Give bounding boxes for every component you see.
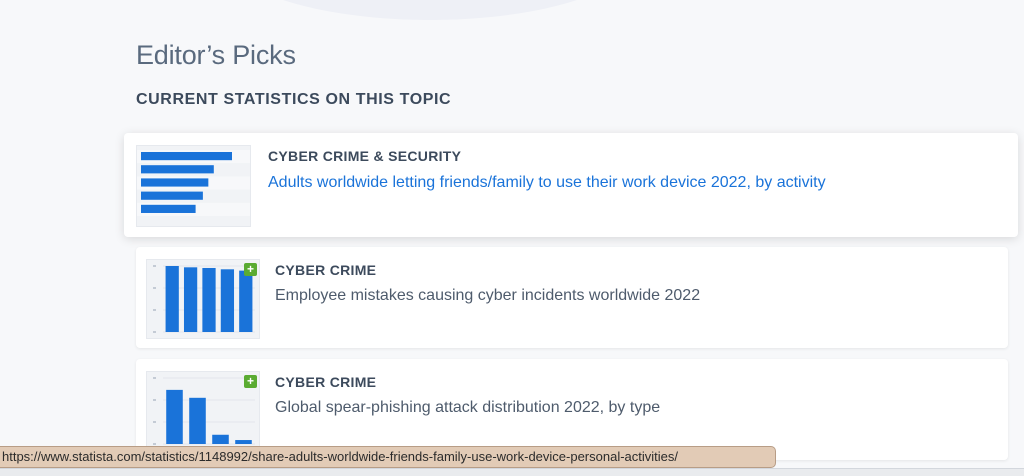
thumbnail-bar — [235, 440, 252, 444]
premium-plus-icon: + — [244, 263, 257, 276]
section-subtitle: CURRENT STATISTICS ON THIS TOPIC — [136, 91, 452, 108]
chart-thumbnail[interactable] — [146, 371, 260, 451]
statistic-title-link[interactable]: Adults worldwide letting friends/family … — [268, 174, 826, 192]
premium-plus-icon: + — [244, 375, 257, 388]
statistic-title-link[interactable]: Employee mistakes causing cyber incident… — [275, 287, 700, 305]
thumbnail-bar — [239, 270, 253, 332]
statistic-category: CYBER CRIME — [275, 262, 377, 278]
chart-thumbnail[interactable] — [136, 145, 251, 227]
link-preview-status-bar: https://www.statista.com/statistics/1148… — [0, 446, 776, 468]
thumbnail-bar — [141, 152, 232, 161]
thumbnail-tick — [153, 399, 156, 401]
chart-thumbnail[interactable] — [146, 259, 260, 339]
thumbnail-tick — [153, 377, 156, 379]
thumbnail-bar — [183, 267, 198, 332]
thumbnail-bar — [220, 269, 235, 332]
statistic-category: CYBER CRIME & SECURITY — [268, 148, 462, 164]
thumbnail-tick — [153, 443, 156, 445]
statistic-title-link[interactable]: Global spear-phishing attack distributio… — [275, 399, 660, 417]
thumbnail-bar — [165, 266, 179, 332]
thumbnail-tick — [153, 265, 156, 267]
thumbnail-bar — [166, 389, 183, 444]
thumbnail-bar — [141, 165, 214, 174]
thumbnail-tick — [153, 287, 156, 289]
thumbnail-bar — [141, 178, 209, 187]
page-title: Editor’s Picks — [136, 40, 296, 70]
thumbnail-tick — [153, 331, 156, 333]
thumbnail-bar — [202, 267, 216, 332]
thumbnail-bar — [189, 397, 206, 444]
statistic-category: CYBER CRIME — [275, 374, 377, 390]
thumbnail-bar — [212, 434, 229, 444]
background-decoration — [220, 0, 640, 20]
statistic-card[interactable]: + CYBER CRIME Global spear-phishing atta… — [136, 359, 1008, 460]
thumbnail-bar — [141, 191, 203, 200]
statistic-card[interactable]: CYBER CRIME & SECURITY Adults worldwide … — [124, 133, 1018, 237]
statistic-card[interactable]: + CYBER CRIME Employee mistakes causing … — [136, 247, 1008, 348]
thumbnail-bar — [141, 204, 196, 213]
thumbnail-tick — [153, 421, 156, 423]
thumbnail-tick — [153, 309, 156, 311]
